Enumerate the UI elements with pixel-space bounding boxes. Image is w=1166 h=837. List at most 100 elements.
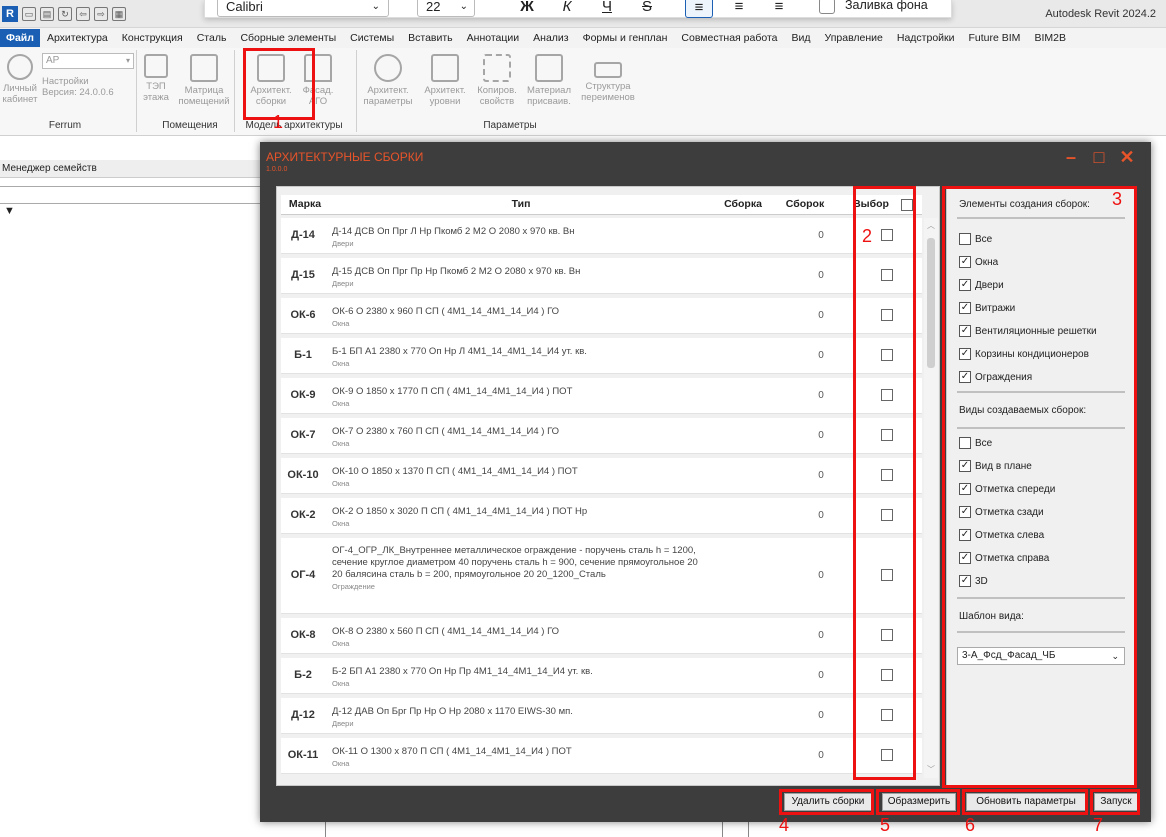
tab-0[interactable]: Файл <box>0 29 40 47</box>
tep-floor-button[interactable]: ТЭП этажа <box>138 54 174 103</box>
font-size-select[interactable]: 22 ⌄ <box>417 0 475 17</box>
table-row[interactable]: Д-14 Д-14 ДСВ Оп Прг Л Нр Пкомб 2 М2 О 20… <box>281 218 922 254</box>
table-row[interactable]: Д-12 Д-12 ДАВ Оп Брг Пр Нр О Нр 2080 х 11… <box>281 698 922 734</box>
row-category: Окна <box>332 519 350 528</box>
tep-label-1: ТЭП <box>146 81 166 92</box>
scrollbar-thumb[interactable] <box>927 238 935 368</box>
row-mark: Б-2 <box>294 669 312 681</box>
structure-label-2: переименов <box>581 92 635 103</box>
structure-label-1: Структура <box>585 81 631 92</box>
row-type: ОК-11 О 1300 х 870 П СП ( 4М1_14_4М1_14_… <box>332 746 707 770</box>
text-format-toolbar: Calibri ⌄ 22 ⌄ Ж К Ч S ≡ ≡ ≡ Заливка фона <box>204 0 952 18</box>
align-center-button[interactable]: ≡ <box>725 0 753 18</box>
save-icon[interactable]: ▤ <box>40 7 54 21</box>
table-row[interactable]: ОК-7 ОК-7 О 2380 х 760 П СП ( 4М1_14_4М1_… <box>281 418 922 454</box>
table-row[interactable]: ОК-9 ОК-9 О 1850 х 1770 П СП ( 4М1_14_4М1… <box>281 378 922 414</box>
strikethrough-button[interactable]: S <box>633 0 661 18</box>
magnifier-icon <box>374 54 402 82</box>
tab-14[interactable]: Future BIM <box>962 32 1028 44</box>
scroll-down-icon[interactable]: ﹀ <box>927 764 935 775</box>
tab-15[interactable]: BIM2B <box>1027 32 1073 44</box>
table-row[interactable]: ОК-11 ОК-11 О 1300 х 870 П СП ( 4М1_14_4М… <box>281 738 922 774</box>
minimize-icon[interactable]: – <box>1062 148 1080 166</box>
sync-icon[interactable]: ↻ <box>58 7 72 21</box>
annotation-number-6: 6 <box>965 815 976 835</box>
table-body: Д-14 Д-14 ДСВ Оп Прг Л Нр Пкомб 2 М2 О 20… <box>281 218 922 778</box>
align-right-button[interactable]: ≡ <box>765 0 793 18</box>
table-row[interactable]: Д-15 Д-15 ДСВ Оп Прг Пр Нр Пкомб 2 М2 О 2… <box>281 258 922 294</box>
tab-12[interactable]: Управление <box>818 32 890 44</box>
col-mark[interactable]: Марка <box>281 198 329 210</box>
col-count[interactable]: Сборок <box>775 198 835 210</box>
col-type[interactable]: Тип <box>331 198 711 210</box>
tree-expand-icon[interactable]: ▼ <box>4 205 15 217</box>
col-assembly[interactable]: Сборка <box>713 198 773 210</box>
tab-2[interactable]: Конструкция <box>115 32 190 44</box>
redo-icon[interactable]: ⇨ <box>94 7 108 21</box>
ribbon-tabs: Файл Архитектура Конструкция Сталь Сборные э… <box>0 28 1166 48</box>
settings-button[interactable]: Настройки Версия: 24.0.0.6 <box>42 76 134 98</box>
table-row[interactable]: ОК-10 ОК-10 О 1850 х 1370 П СП ( 4М1_14_4… <box>281 458 922 494</box>
table-scrollbar[interactable]: ︿ ﹀ <box>924 218 938 778</box>
assemblies-table: Марка Тип Сборка Сборок Выбор Д-14 Д-14 Д… <box>276 186 940 786</box>
tab-7[interactable]: Аннотации <box>460 32 527 44</box>
table-row[interactable]: ОК-6 ОК-6 О 2380 х 960 П СП ( 4М1_14_4М1_… <box>281 298 922 334</box>
tab-11[interactable]: Вид <box>785 32 818 44</box>
personal-cabinet-button[interactable]: Личный кабинет <box>0 54 40 105</box>
table-row[interactable]: Б-1 Б-1 БП А1 2380 х 770 Оп Нр Л 4М1_14_4… <box>281 338 922 374</box>
tab-4[interactable]: Сборные элементы <box>233 32 343 44</box>
group-arch-model: Модель архитектуры <box>245 120 343 131</box>
app-title: Autodesk Revit 2024.2 <box>1045 8 1156 20</box>
params-label-1: Архитект. <box>367 85 409 96</box>
table-row[interactable]: ОК-2 ОК-2 О 1850 х 3020 П СП ( 4М1_14_4М1… <box>281 498 922 534</box>
row-mark: Д-12 <box>291 709 315 721</box>
rename-structure-button[interactable]: Структура переименов <box>578 54 638 103</box>
undo-icon[interactable]: ⇦ <box>76 7 90 21</box>
open-icon[interactable]: ▭ <box>22 7 36 21</box>
row-mark: ОК-7 <box>290 429 316 441</box>
ar-combo[interactable]: АР ▾ <box>42 53 134 69</box>
underline-button[interactable]: Ч <box>593 0 621 18</box>
close-icon[interactable]: ✕ <box>1118 148 1136 166</box>
family-search-input[interactable] <box>0 186 262 204</box>
table-row[interactable]: ОГ-4 ОГ-4_ОГР_ЛК_Внутреннее металлическое… <box>281 538 922 614</box>
print-icon[interactable]: ▦ <box>112 7 126 21</box>
annotation-number-2: 2 <box>862 226 873 246</box>
personal-cabinet-label-2: кабинет <box>2 94 38 105</box>
tab-8[interactable]: Анализ <box>526 32 575 44</box>
settings-label: Настройки <box>42 76 89 87</box>
levels-label-1: Архитект. <box>424 85 466 96</box>
scroll-up-icon[interactable]: ︿ <box>927 220 935 231</box>
table-row[interactable]: Б-2 Б-2 БП А1 2380 х 770 Оп Нр Пр 4М1_14_… <box>281 658 922 694</box>
revit-logo[interactable]: R <box>2 6 18 22</box>
tab-3[interactable]: Сталь <box>190 32 234 44</box>
params-label-2: параметры <box>363 96 413 107</box>
font-family-select[interactable]: Calibri ⌄ <box>217 0 389 17</box>
arch-levels-button[interactable]: Архитект. уровни <box>420 54 470 107</box>
bold-button[interactable]: Ж <box>513 0 541 18</box>
tab-6[interactable]: Вставить <box>401 32 460 44</box>
material-assign-button[interactable]: Материал присваив. <box>524 54 574 107</box>
row-type-text: ОК-9 О 1850 х 1770 П СП ( 4М1_14_4М1_14_… <box>332 386 573 397</box>
tab-5[interactable]: Системы <box>343 32 401 44</box>
align-left-button[interactable]: ≡ <box>685 0 713 18</box>
italic-button[interactable]: К <box>553 0 581 18</box>
tab-9[interactable]: Формы и генплан <box>576 32 675 44</box>
maximize-icon[interactable]: □ <box>1090 148 1108 166</box>
row-mark: ОК-10 <box>287 469 319 481</box>
copy-props-button[interactable]: Копиров. свойств <box>472 54 522 107</box>
row-type: ОК-2 О 1850 х 3020 П СП ( 4М1_14_4М1_14_… <box>332 506 707 530</box>
tab-13[interactable]: Надстройки <box>890 32 962 44</box>
annotation-frame-2 <box>853 186 916 780</box>
ribbon-panel: Личный кабинет АР ▾ Настройки Версия: 24.… <box>0 48 1166 136</box>
room-matrix-button[interactable]: Матрица помещений <box>172 54 236 107</box>
table-row[interactable]: ОК-8 ОК-8 О 2380 х 560 П СП ( 4М1_14_4М1_… <box>281 618 922 654</box>
row-count: 0 <box>818 750 824 761</box>
row-count: 0 <box>818 390 824 401</box>
arch-params-button[interactable]: Архитект. параметры <box>360 54 416 107</box>
tab-1[interactable]: Архитектура <box>40 32 115 44</box>
tab-10[interactable]: Совместная работа <box>674 32 784 44</box>
row-count: 0 <box>818 570 824 581</box>
copy-label-1: Копиров. <box>477 85 517 96</box>
fill-background-checkbox[interactable] <box>819 0 835 14</box>
